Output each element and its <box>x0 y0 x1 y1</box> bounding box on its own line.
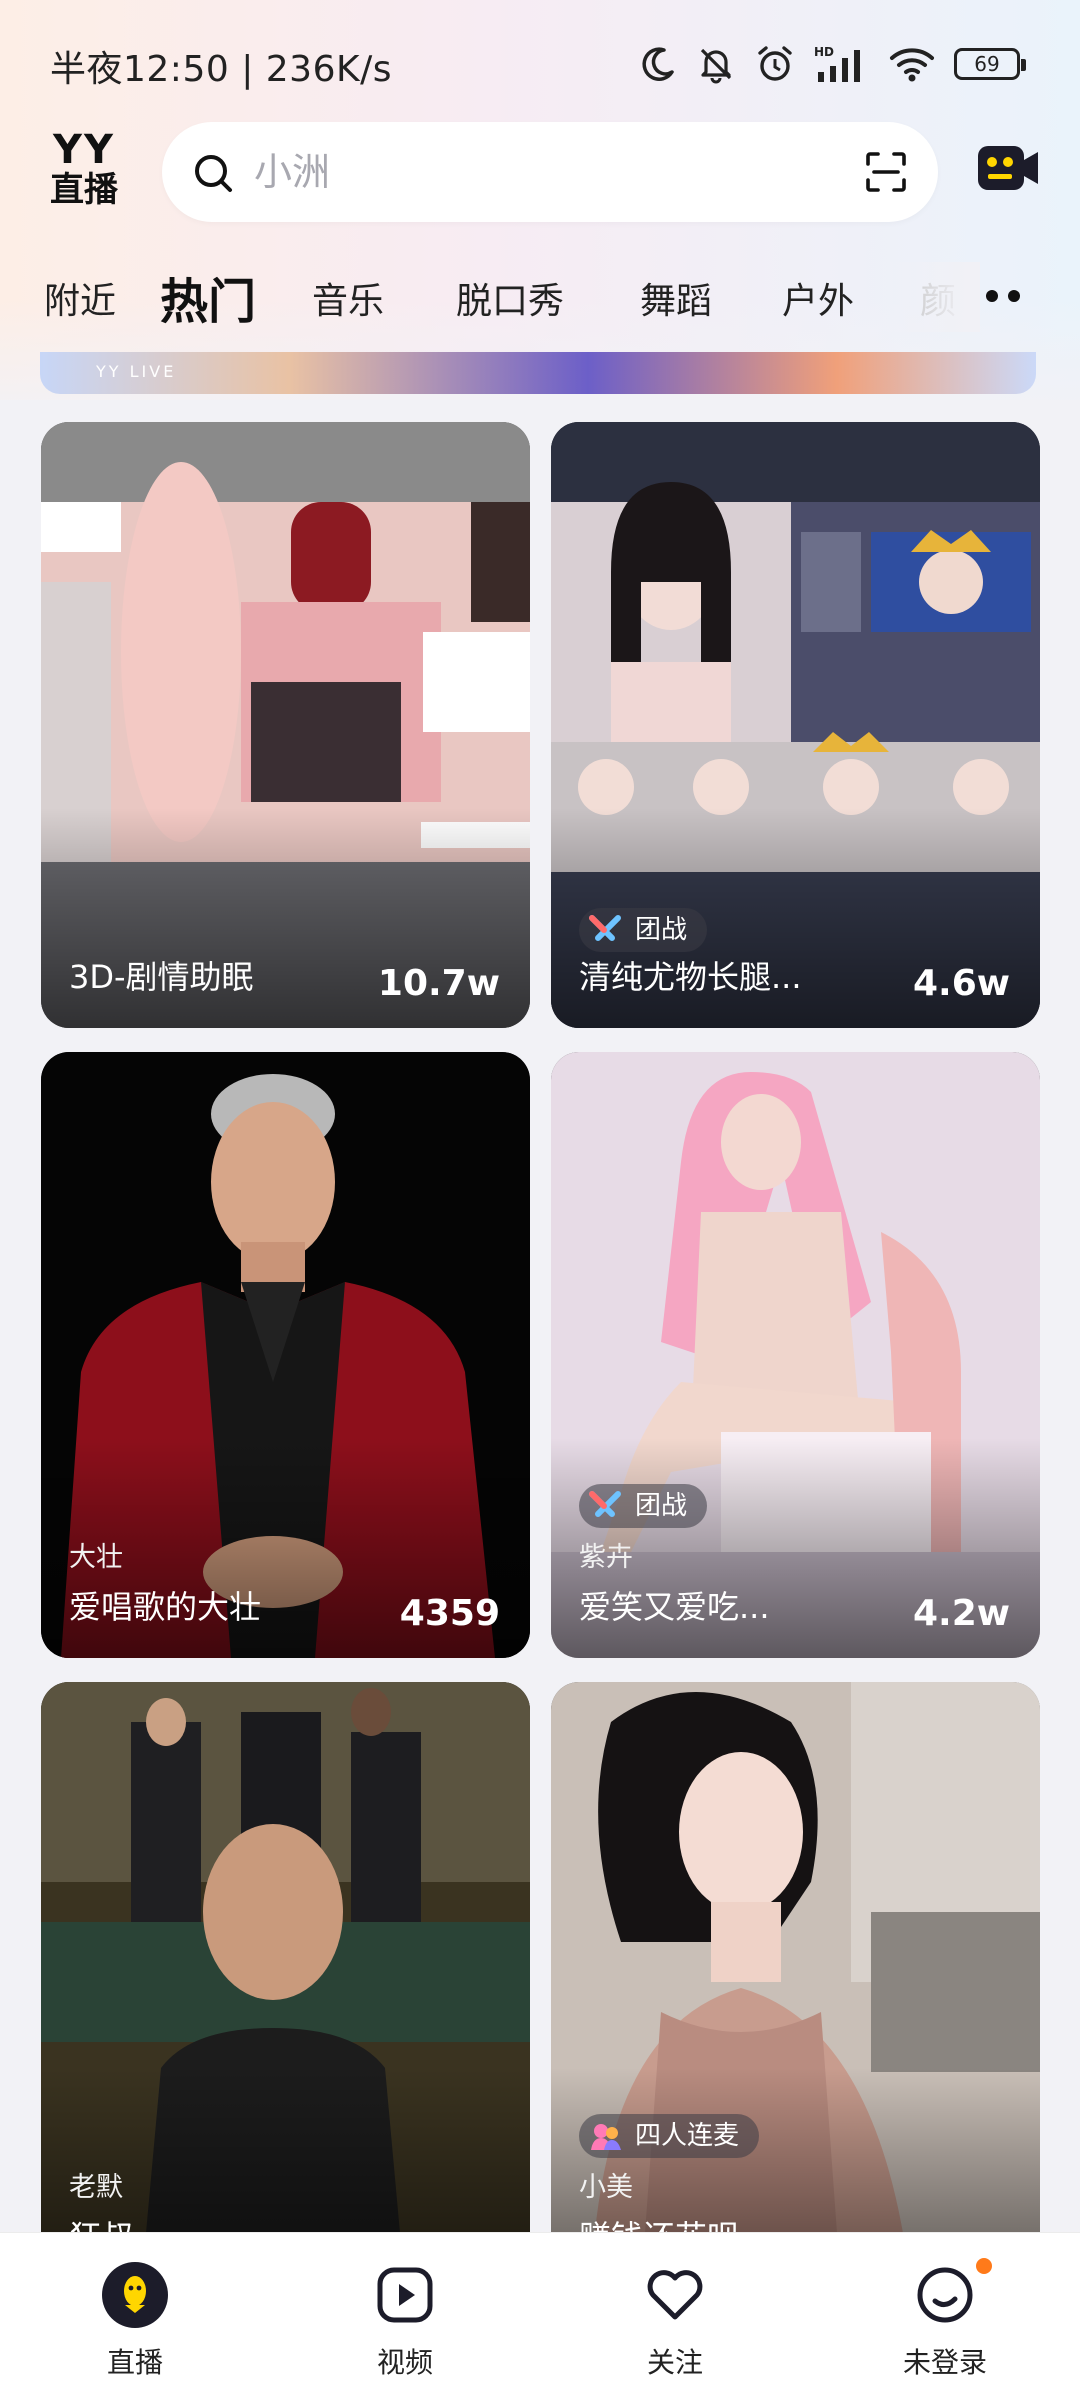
live-card[interactable]: 老默 狂叔 <box>41 1682 530 2288</box>
tab-dance[interactable]: 舞蹈 <box>640 272 712 324</box>
card-title: 清纯尤物长腿... <box>579 958 802 996</box>
live-card[interactable]: 四人连麦 小美 赚钱还花呗 <box>551 1682 1040 2288</box>
nav-video[interactable]: 视频 <box>270 2233 540 2400</box>
tab-talkshow[interactable]: 脱口秀 <box>456 272 564 324</box>
viewer-count: 4359 <box>399 1593 500 1634</box>
scan-icon[interactable] <box>864 150 908 198</box>
live-card[interactable]: 团战 紫卉 爱笑又爱吃... 4.2w <box>551 1052 1040 1658</box>
status-time: 半夜12:50 | 236K/s <box>50 49 392 90</box>
card-title: 爱唱歌的大壮 <box>69 1588 262 1626</box>
live-card[interactable]: 大壮 爱唱歌的大壮 4359 <box>41 1052 530 1658</box>
tab-hot[interactable]: 热门 <box>160 262 256 332</box>
bottom-nav: 直播 视频 关注 未登录 <box>0 2232 1080 2400</box>
profile-icon <box>911 2261 979 2333</box>
banner-text: YY LIVE <box>96 362 177 381</box>
notification-dot <box>976 2258 992 2274</box>
tab-nearby[interactable]: 附近 <box>44 272 116 324</box>
status-bar: 半夜12:50 | 236K/s HD 69 <box>0 0 1080 120</box>
crossed-swords-icon <box>589 1491 621 1535</box>
four-person-mic-badge: 四人连麦 <box>579 2114 760 2158</box>
nav-live[interactable]: 直播 <box>0 2233 270 2400</box>
page: 半夜12:50 | 236K/s HD 69 YY 直播 小洲 附近 热门 音乐… <box>0 0 1080 2400</box>
people-icon <box>589 2121 623 2165</box>
logo-yy: YY <box>53 127 115 173</box>
viewer-count: 4.6w <box>912 963 1010 1004</box>
logo-zhibo: 直播 <box>50 170 118 210</box>
search-icon <box>192 152 234 198</box>
streamer-name: 紫卉 <box>579 1542 633 1573</box>
banner[interactable]: YY LIVE <box>40 352 1036 394</box>
nav-label: 关注 <box>646 2346 703 2379</box>
battery-icon: 69 <box>954 48 1026 80</box>
nav-profile[interactable]: 未登录 <box>810 2233 1080 2400</box>
nav-label: 视频 <box>376 2346 433 2379</box>
viewer-count: 4.2w <box>912 1593 1010 1634</box>
status-icons: HD 69 <box>638 40 1026 88</box>
live-card[interactable]: 3D-剧情助眠 10.7w <box>41 422 530 1028</box>
video-play-icon <box>371 2261 439 2333</box>
badge-label: 团战 <box>635 1491 688 1521</box>
nav-label: 直播 <box>106 2346 163 2379</box>
team-battle-badge: 团战 <box>579 908 708 952</box>
tabs-fade <box>880 262 980 332</box>
streamer-name: 老默 <box>69 2172 123 2203</box>
team-battle-badge: 团战 <box>579 1484 708 1528</box>
card-title: 爱笑又爱吃... <box>579 1588 770 1626</box>
nav-label: 未登录 <box>902 2346 987 2379</box>
nav-follow[interactable]: 关注 <box>540 2233 810 2400</box>
search-bar[interactable] <box>162 122 938 222</box>
tab-outdoor[interactable]: 户外 <box>782 272 854 324</box>
camera-icon[interactable] <box>976 140 1040 200</box>
moon-icon <box>638 44 678 84</box>
alarm-icon <box>754 43 796 85</box>
viewer-count: 10.7w <box>377 963 500 1004</box>
badge-label: 团战 <box>635 915 688 945</box>
streamer-name: 大壮 <box>69 1542 123 1573</box>
search-input[interactable] <box>254 144 814 200</box>
live-card[interactable]: 团战 清纯尤物长腿... 4.6w <box>551 422 1040 1028</box>
svg-text:HD: HD <box>814 45 834 59</box>
streamer-name: 小美 <box>579 2172 633 2203</box>
heart-icon <box>641 2261 709 2333</box>
more-tabs-button[interactable] <box>986 290 1020 302</box>
bell-muted-icon <box>696 44 736 84</box>
badge-label: 四人连麦 <box>635 2121 740 2151</box>
app-logo[interactable]: YY 直播 <box>44 130 124 214</box>
wifi-icon <box>888 44 936 84</box>
tab-music[interactable]: 音乐 <box>312 272 384 324</box>
card-title: 3D-剧情助眠 <box>69 958 254 996</box>
hd-signal-icon: HD <box>814 44 870 84</box>
live-icon <box>101 2261 169 2333</box>
